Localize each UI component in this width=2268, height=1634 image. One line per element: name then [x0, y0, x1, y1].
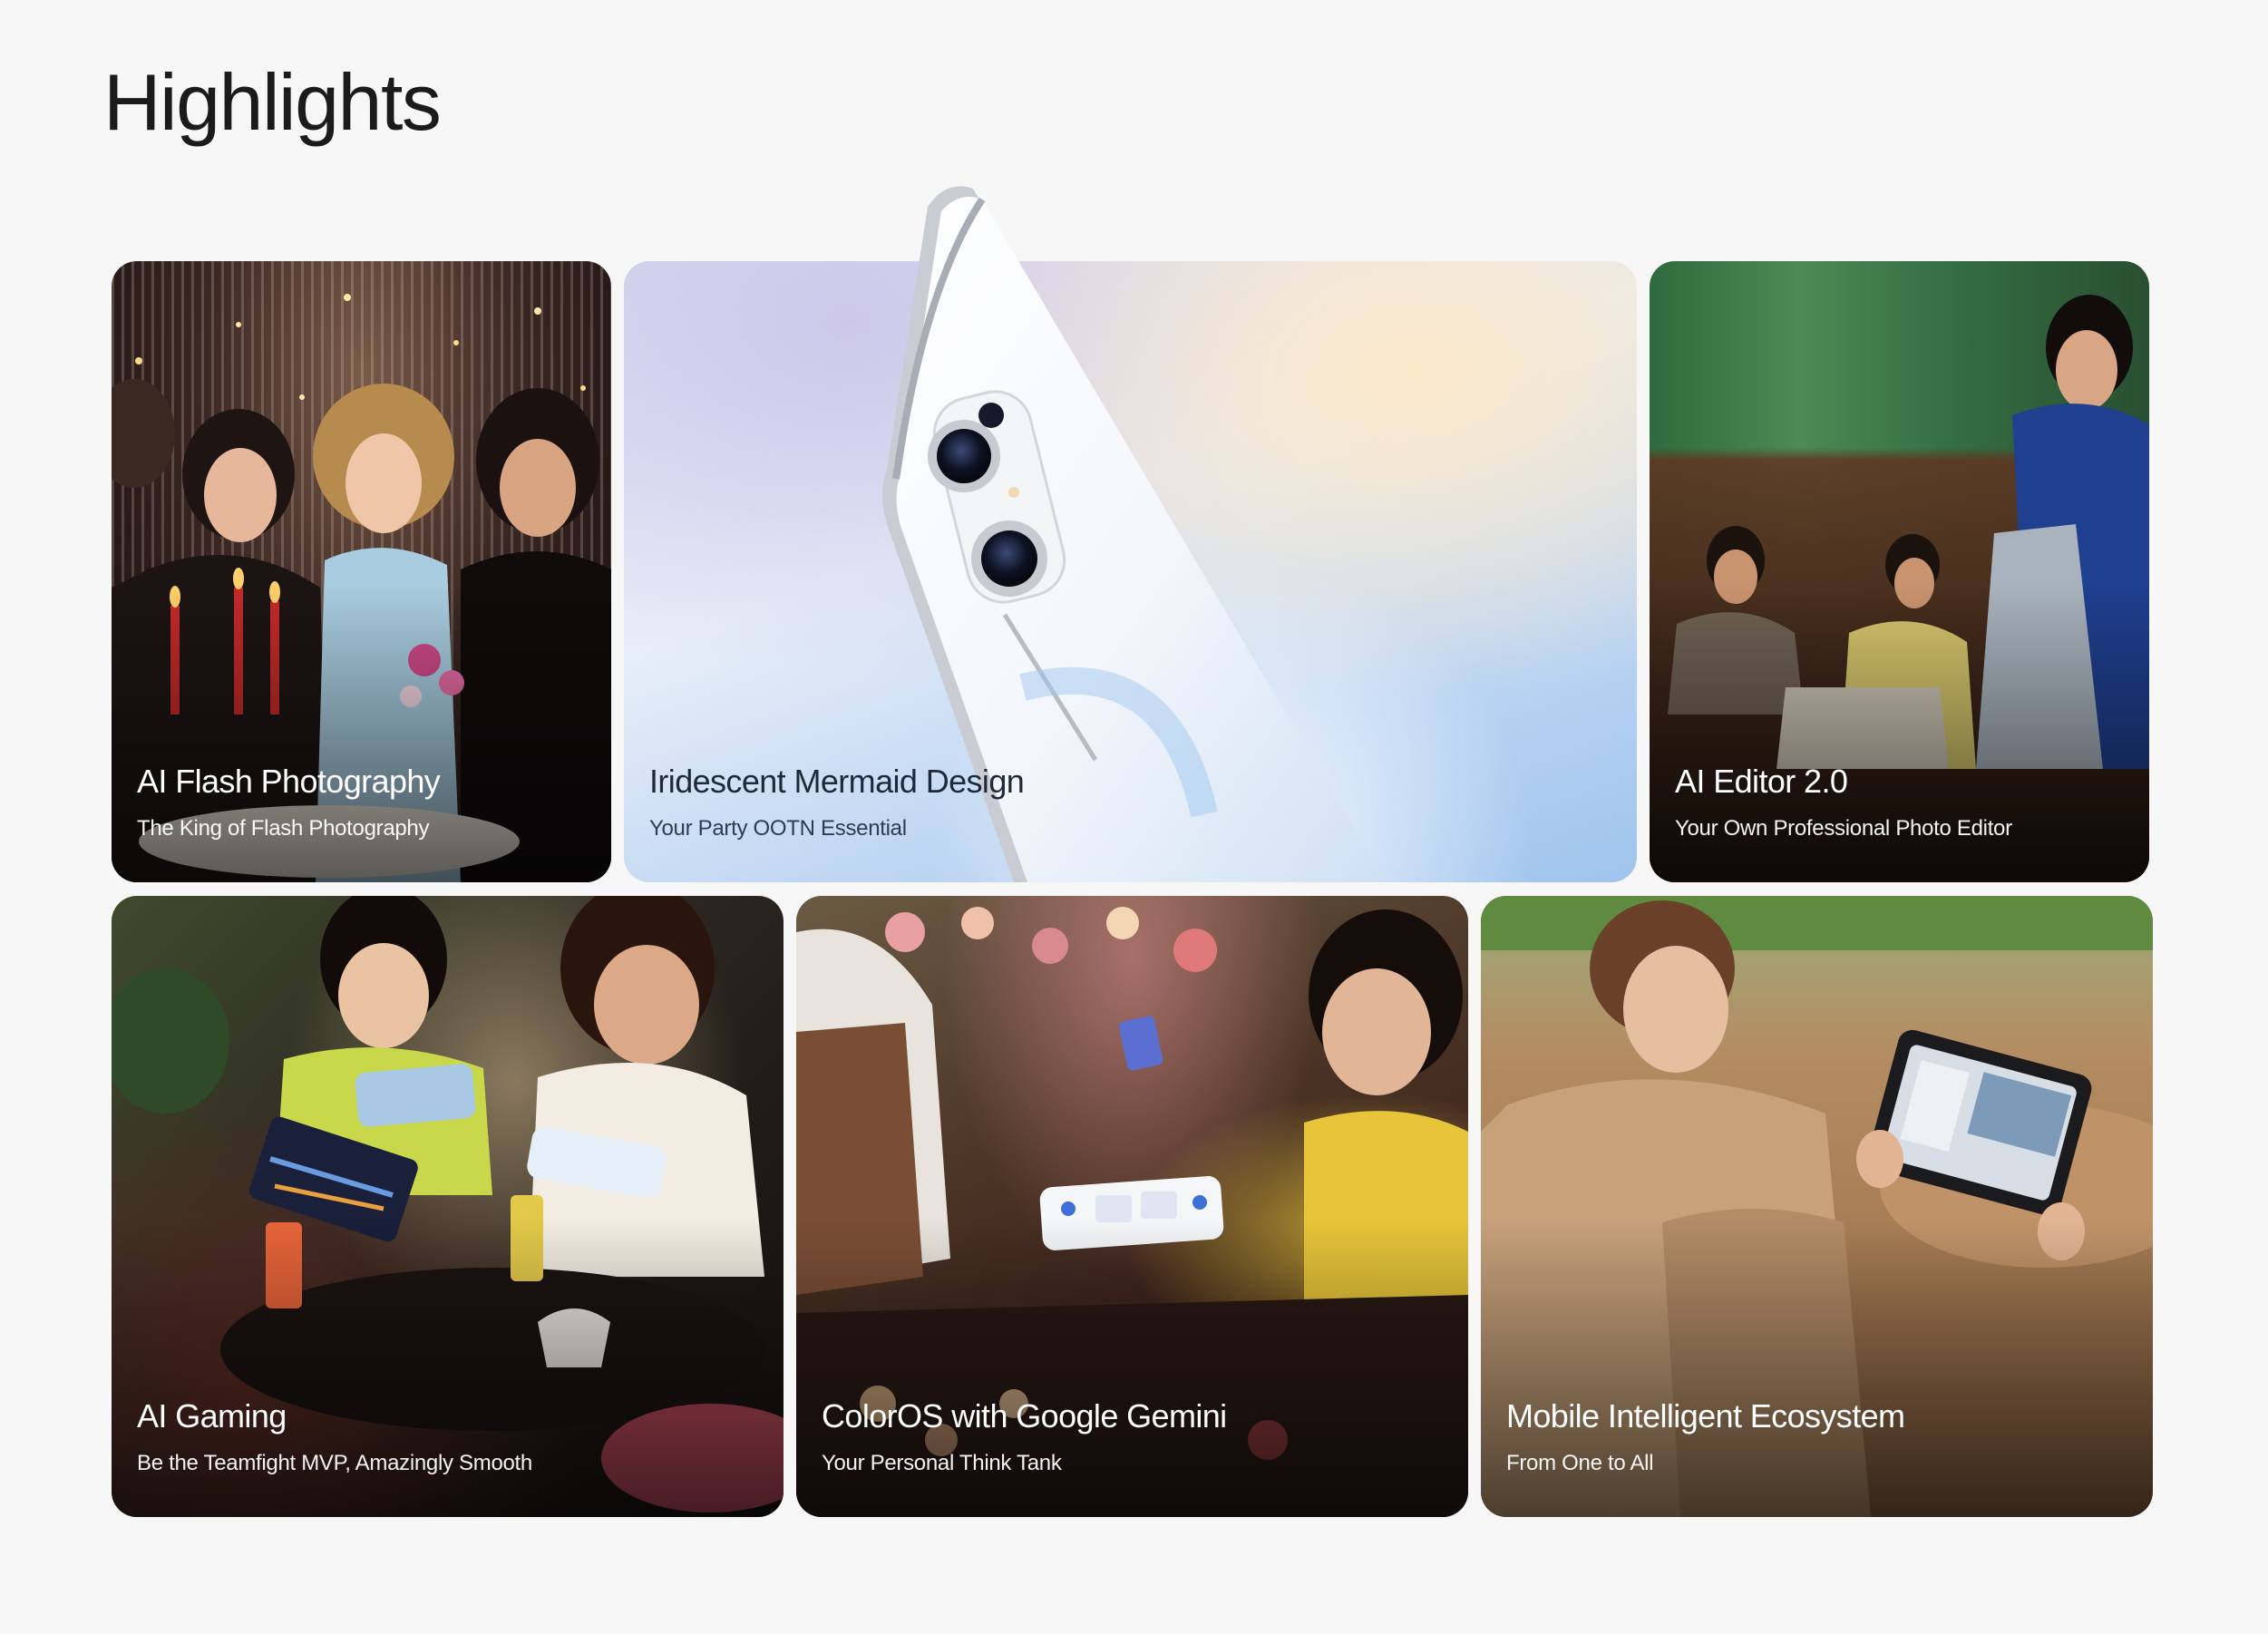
highlight-card-coloros-gemini[interactable]: ColorOS with Google Gemini Your Personal…: [796, 896, 1468, 1517]
card-title: ColorOS with Google Gemini: [822, 1397, 1227, 1435]
card-subtitle: Your Own Professional Photo Editor: [1675, 816, 2012, 841]
card-subtitle: Your Party OOTN Essential: [649, 816, 907, 841]
highlight-card-mobile-ecosystem[interactable]: Mobile Intelligent Ecosystem From One to…: [1481, 896, 2153, 1517]
card-title: Iridescent Mermaid Design: [649, 763, 1025, 800]
card-subtitle: The King of Flash Photography: [137, 816, 430, 841]
card-title: Mobile Intelligent Ecosystem: [1506, 1397, 1905, 1435]
page-title: Highlights: [103, 57, 442, 147]
highlight-card-ai-flash-photography[interactable]: AI Flash Photography The King of Flash P…: [112, 261, 611, 882]
highlight-card-ai-gaming[interactable]: AI Gaming Be the Teamfight MVP, Amazingl…: [112, 896, 784, 1517]
highlight-card-iridescent-mermaid-design[interactable]: Iridescent Mermaid Design Your Party OOT…: [624, 186, 1637, 882]
card-title: AI Editor 2.0: [1675, 763, 1848, 800]
card-title: AI Flash Photography: [137, 763, 441, 800]
card-title: AI Gaming: [137, 1397, 287, 1435]
card-subtitle: Your Personal Think Tank: [822, 1451, 1062, 1475]
highlight-card-ai-editor[interactable]: AI Editor 2.0 Your Own Professional Phot…: [1650, 261, 2149, 882]
card-subtitle: Be the Teamfight MVP, Amazingly Smooth: [137, 1451, 532, 1475]
card-subtitle: From One to All: [1506, 1451, 1654, 1475]
